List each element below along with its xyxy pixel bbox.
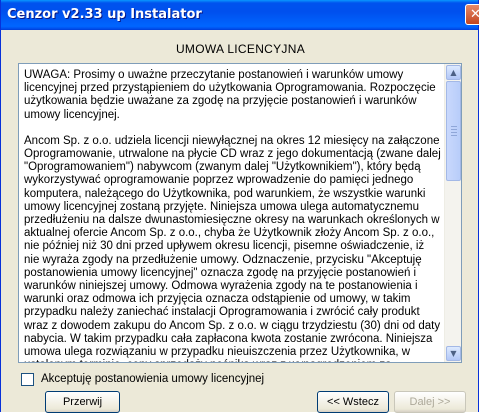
license-text-content: UWAGA: Prosimy o uważne przeczytanie pos…: [19, 64, 444, 362]
next-button[interactable]: Dalej >>: [394, 391, 466, 413]
window-title: Cenzor v2.33 up Instalator: [7, 7, 202, 22]
thumb-grip-line: [451, 135, 457, 136]
thumb-grip-line: [451, 129, 457, 130]
thumb-grip-line: [451, 126, 457, 127]
scroll-up-button[interactable]: ▲: [446, 65, 461, 80]
vertical-scrollbar[interactable]: ▲ ▼: [444, 64, 461, 362]
cancel-button[interactable]: Przerwij: [45, 391, 120, 413]
close-button[interactable]: ✕: [465, 4, 479, 25]
license-paragraph-warning: UWAGA: Prosimy o uważne przeczytanie pos…: [24, 69, 436, 121]
scroll-down-button[interactable]: ▼: [446, 346, 461, 361]
back-button[interactable]: << Wstecz: [317, 391, 389, 413]
scroll-thumb[interactable]: [446, 81, 461, 181]
thumb-grip-line: [451, 132, 457, 133]
license-paragraph-terms: Ancom Sp. z o.o. udziela licencji niewył…: [24, 134, 441, 362]
license-heading: UMOWA LICENCYJNA: [175, 42, 306, 56]
accept-license-label[interactable]: Akceptuję postanowienia umowy licencyjne…: [41, 373, 264, 385]
installer-window: Cenzor v2.33 up Instalator ✕ UMOWA LICEN…: [0, 0, 479, 413]
accept-license-checkbox[interactable]: [21, 373, 34, 386]
license-text-box[interactable]: UWAGA: Prosimy o uważne przeczytanie pos…: [18, 63, 462, 363]
title-bar[interactable]: Cenzor v2.33 up Instalator ✕: [1, 0, 479, 30]
